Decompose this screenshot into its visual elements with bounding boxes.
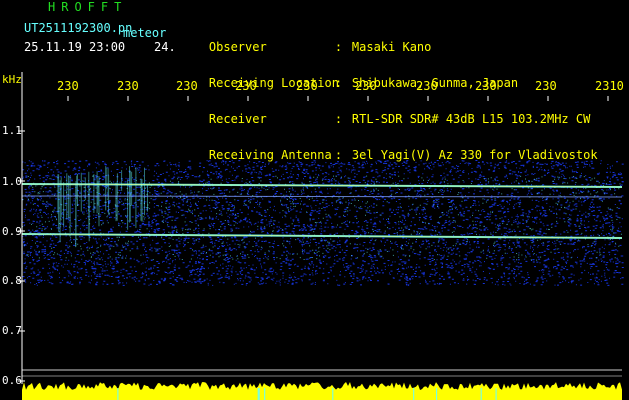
y-tick-label: 1.0 — [2, 175, 22, 188]
audio-level-bar — [22, 382, 622, 400]
x-tick-label: 230 — [117, 79, 139, 93]
audio-spike — [413, 388, 415, 400]
y-tick-label: 0.6 — [2, 374, 22, 387]
y-axis-unit: kHz — [2, 73, 22, 86]
x-tick-label: 230 — [475, 79, 497, 93]
audio-spike — [117, 388, 119, 400]
audio-spike — [332, 388, 334, 400]
noise-dots — [22, 160, 624, 286]
x-tick-label: 230 — [355, 79, 377, 93]
y-tick-label: 0.9 — [2, 225, 22, 238]
x-tick-label: 230 — [296, 79, 318, 93]
spectrogram — [18, 72, 624, 400]
x-tick-label: 230 — [57, 79, 79, 93]
plot-frame — [18, 72, 622, 384]
audio-spike — [436, 388, 438, 400]
noise-field — [22, 160, 624, 286]
audio-spike — [257, 388, 259, 400]
x-tick-label: 230 — [176, 79, 198, 93]
x-tick-label: 2310 — [595, 79, 624, 93]
audio-spike — [495, 388, 497, 400]
x-tick-label: 230 — [235, 79, 257, 93]
audio-waveform — [22, 382, 622, 400]
carrier-line-lower-core — [21, 233, 623, 239]
audio-spike — [480, 388, 482, 400]
y-tick-label: 0.8 — [2, 274, 22, 287]
y-tick-label: 0.7 — [2, 324, 22, 337]
audio-spike — [258, 388, 260, 400]
x-tick-label: 230 — [416, 79, 438, 93]
y-tick-label: 1.1 — [2, 124, 22, 137]
audio-spike — [264, 388, 266, 400]
x-tick-label: 230 — [535, 79, 557, 93]
carrier-line-secondary — [21, 195, 623, 198]
